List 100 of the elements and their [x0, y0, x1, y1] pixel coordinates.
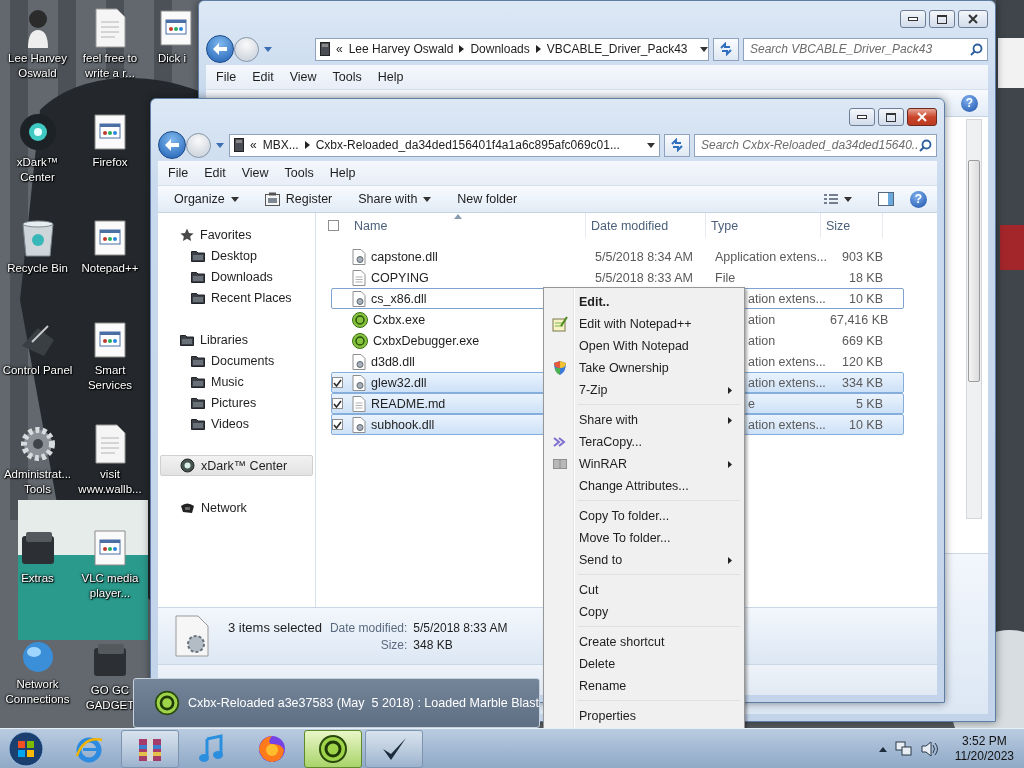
column-header[interactable]: Date modified: [586, 213, 706, 238]
gear-file-icon: [352, 290, 366, 307]
menu-item[interactable]: Create shortcut: [546, 631, 742, 653]
menu-bar-item[interactable]: View: [233, 166, 277, 180]
show-hidden-icons-button[interactable]: [878, 746, 887, 752]
breadcrumb[interactable]: Cxbx-Reloaded_da34ded156401f4a1a6c895afc069c01...: [315, 138, 620, 152]
row-checkbox[interactable]: [332, 398, 343, 409]
address-bar[interactable]: « MBX... Cxbx-Reloaded_da34ded156401f4a1a6c895afc069c01...: [229, 133, 660, 157]
menu-item[interactable]: Rename: [546, 675, 742, 697]
menu-item[interactable]: Send to: [546, 549, 742, 571]
breadcrumb[interactable]: Downloads: [470, 42, 530, 56]
menu-bar-item[interactable]: File: [208, 70, 245, 84]
maximize-button[interactable]: [878, 108, 904, 126]
address-bar[interactable]: « Lee Harvey Oswald Downloads VBCABLE_Driver_Pack43: [315, 37, 709, 61]
taskbar-preview-tooltip[interactable]: Cxbx-Reloaded a3e37583 (May 5 2018) : Loaded Marble Blast: [133, 678, 540, 728]
menu-item[interactable]: Edit..: [546, 291, 742, 313]
taskbar-button[interactable]: [121, 730, 179, 768]
taskbar-button[interactable]: [304, 730, 362, 768]
network-icon[interactable]: [894, 741, 913, 757]
taskbar-button[interactable]: [365, 730, 423, 768]
toolbar-button[interactable]: Organize: [164, 189, 249, 209]
toolbar-button[interactable]: Share with: [348, 189, 442, 209]
nav-item[interactable]: Recent Places: [160, 287, 313, 308]
file-name[interactable]: CxbxDebugger.exe: [373, 333, 480, 348]
row-checkbox[interactable]: [332, 419, 343, 430]
breadcrumb[interactable]: MBX...: [262, 138, 299, 152]
menu-item[interactable]: Properties: [546, 705, 742, 727]
desktop-shortcut[interactable]: visit www.wallb...: [75, 424, 145, 497]
file-name[interactable]: capstone.dll: [371, 249, 438, 264]
column-header[interactable]: Name: [346, 213, 586, 238]
nav-item[interactable]: Favorites: [160, 224, 313, 245]
desktop-shortcut[interactable]: Smart Services: [75, 320, 145, 393]
menu-bar-item[interactable]: Help: [321, 166, 364, 180]
menu-bar-item[interactable]: Help: [369, 70, 412, 84]
clock[interactable]: 3:52 PM 11/20/2023: [954, 734, 1014, 764]
select-all-checkbox[interactable]: [328, 220, 339, 231]
menu-item[interactable]: Share with: [546, 409, 742, 431]
menu-item[interactable]: WinRAR: [546, 453, 742, 475]
menu-bar-item[interactable]: File: [160, 166, 197, 180]
menu-item[interactable]: Copy: [546, 601, 742, 623]
nav-item[interactable]: Music: [160, 371, 313, 392]
back-button[interactable]: [206, 35, 234, 63]
close-button[interactable]: [958, 10, 988, 28]
column-header[interactable]: Size: [821, 213, 883, 238]
menu-item[interactable]: Take Ownership: [546, 357, 742, 379]
refresh-button[interactable]: [713, 37, 739, 61]
menu-bar-item[interactable]: Edit: [196, 166, 234, 180]
desktop-shortcut[interactable]: Control Panel: [0, 320, 75, 378]
menu-item[interactable]: Delete: [546, 653, 742, 675]
desktop-shortcut[interactable]: xDark™ Center: [0, 112, 75, 185]
nav-item[interactable]: xDark™ Center: [160, 455, 313, 476]
menu-item[interactable]: Edit with Notepad++: [546, 313, 742, 335]
nav-item[interactable]: Libraries: [160, 329, 313, 350]
menu-bar-item[interactable]: Tools: [276, 166, 322, 180]
desktop-shortcut[interactable]: feel free to write a r...: [75, 8, 145, 81]
menu-item[interactable]: TeraCopy...: [546, 431, 742, 453]
desktop-shortcut[interactable]: Dick i: [158, 8, 198, 66]
menu-bar-item[interactable]: Edit: [244, 70, 282, 84]
file-name[interactable]: d3d8.dll: [371, 354, 415, 369]
nav-item[interactable]: Pictures: [160, 392, 313, 413]
refresh-button[interactable]: [664, 133, 690, 157]
nav-item[interactable]: Desktop: [160, 245, 313, 266]
close-button[interactable]: [907, 108, 937, 126]
row-checkbox[interactable]: [332, 377, 343, 388]
desktop-shortcut[interactable]: Lee Harvey Oswald: [0, 8, 75, 81]
menu-item[interactable]: Copy To folder...: [546, 505, 742, 527]
overflow-button[interactable]: «: [336, 42, 343, 56]
menu-item[interactable]: Cut: [546, 579, 742, 601]
desktop-shortcut[interactable]: Recycle Bin: [0, 218, 75, 276]
overflow-button[interactable]: «: [250, 138, 257, 152]
nav-item[interactable]: Downloads: [160, 266, 313, 287]
file-name[interactable]: Cxbx.exe: [373, 312, 426, 327]
menu-item[interactable]: Open With Notepad: [546, 335, 742, 357]
nav-item[interactable]: Network: [160, 497, 313, 518]
menu-bar-item[interactable]: View: [281, 70, 325, 84]
back-button[interactable]: [158, 131, 186, 159]
menu-bar-item[interactable]: Tools: [324, 70, 370, 84]
scrollbar[interactable]: [966, 119, 982, 519]
toolbar-button[interactable]: Register: [254, 189, 343, 209]
search-field[interactable]: Search Cxbx-Reloaded_da34ded15640...: [694, 133, 937, 157]
desktop-shortcut[interactable]: Administrat... Tools: [0, 424, 75, 497]
toolbar-button[interactable]: New folder: [447, 189, 528, 209]
minimize-button[interactable]: [849, 108, 875, 126]
nav-item[interactable]: Videos: [160, 413, 313, 434]
desktop-shortcut[interactable]: Firefox: [75, 112, 145, 170]
chevron-icon: [535, 45, 541, 53]
desktop-shortcut[interactable]: Network Connections: [0, 640, 75, 707]
breadcrumb[interactable]: Lee Harvey Oswald: [348, 42, 454, 56]
minimize-button[interactable]: [900, 10, 926, 28]
nav-item[interactable]: Documents: [160, 350, 313, 371]
menu-item[interactable]: 7-Zip: [546, 379, 742, 401]
breadcrumb[interactable]: VBCABLE_Driver_Pack43: [546, 42, 688, 56]
column-header[interactable]: Type: [706, 213, 821, 238]
desktop-shortcut[interactable]: Notepad++: [75, 218, 145, 276]
file-name[interactable]: COPYING: [371, 270, 429, 285]
menu-item[interactable]: Move To folder...: [546, 527, 742, 549]
menu-item[interactable]: Change Attributes...: [546, 475, 742, 497]
maximize-button[interactable]: [929, 10, 955, 28]
search-field[interactable]: Search VBCABLE_Driver_Pack43: [743, 37, 988, 61]
volume-icon[interactable]: [920, 741, 939, 757]
